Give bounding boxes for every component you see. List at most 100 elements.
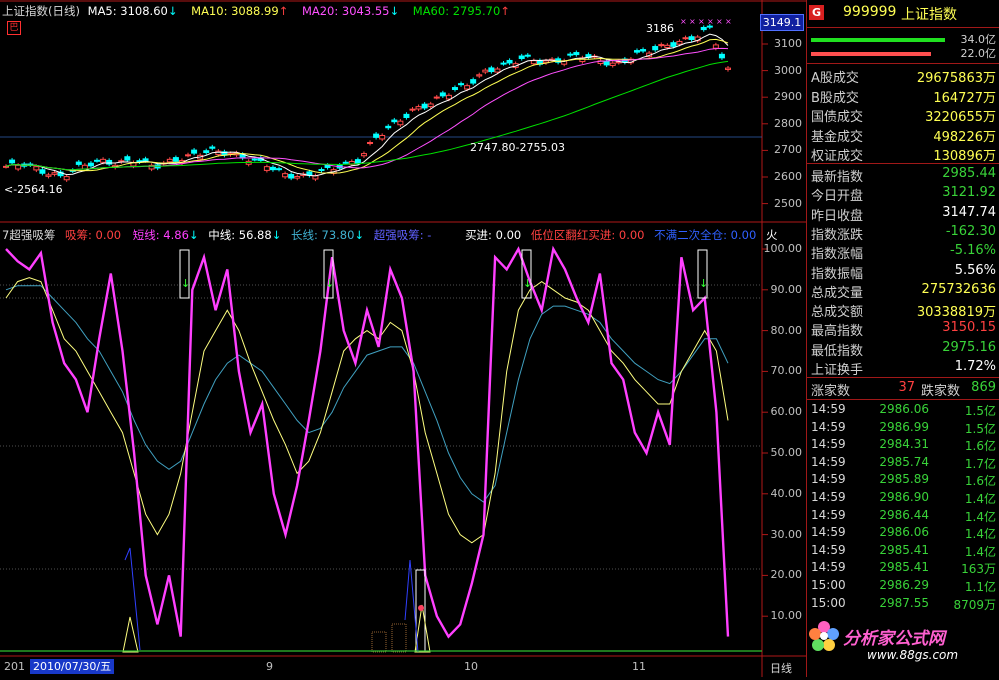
stat-label: B股成交 bbox=[811, 90, 859, 106]
candle bbox=[94, 159, 101, 162]
quote-label: 指数振幅 bbox=[811, 266, 864, 282]
candle bbox=[100, 158, 107, 163]
watermark-name: 分析家公式网 bbox=[843, 629, 945, 649]
month-11: 11 bbox=[632, 660, 646, 673]
high-marker: × bbox=[689, 17, 696, 26]
candle bbox=[391, 119, 398, 123]
tick-price: 2984.31 bbox=[879, 437, 929, 452]
candle bbox=[658, 44, 665, 47]
tick-row[interactable]: 14:59 2985.41 1.4亿 bbox=[807, 543, 999, 561]
stat-row: B股成交 164727万 bbox=[807, 87, 999, 106]
tick-row[interactable]: 14:59 2985.41 163万 bbox=[807, 560, 999, 578]
current-price-tag: 3149.1 bbox=[760, 14, 804, 31]
candle bbox=[87, 162, 94, 167]
candle bbox=[251, 158, 258, 161]
candle bbox=[458, 83, 465, 86]
tick-time: 14:59 bbox=[811, 402, 846, 416]
candle bbox=[415, 106, 422, 110]
candle bbox=[706, 25, 713, 28]
short-line bbox=[5, 245, 730, 639]
candle bbox=[573, 52, 580, 56]
candle bbox=[433, 96, 440, 99]
indicator-tick-label: 50.00 bbox=[770, 446, 803, 459]
tick-row[interactable]: 14:59 2985.89 1.6亿 bbox=[807, 472, 999, 490]
tick-row[interactable]: 14:59 2986.99 1.5亿 bbox=[807, 420, 999, 438]
indicator-tick-label: 30.00 bbox=[770, 527, 803, 541]
quote-label: 总成交量 bbox=[811, 285, 864, 301]
tick-row[interactable]: 14:59 2986.06 1.5亿 bbox=[807, 402, 999, 420]
candle bbox=[172, 157, 179, 162]
candle bbox=[609, 62, 616, 66]
down-arrow-icon: ↓ bbox=[523, 277, 532, 290]
main-header: 上证指数(日线) MA5: 3108.60↓ MA10: 3088.99↑ MA… bbox=[2, 4, 510, 18]
candle bbox=[288, 173, 295, 179]
indicator-header: 7超强吸筹 吸筹: 0.00 短线: 4.86↓ 中线: 56.88↓ 长线: … bbox=[2, 228, 778, 242]
tick-price: 2985.41 bbox=[879, 560, 929, 575]
period-label[interactable]: 日线 bbox=[770, 660, 792, 676]
candle bbox=[33, 166, 40, 171]
tick-volume: 1.6亿 bbox=[964, 474, 996, 489]
candle bbox=[385, 125, 392, 129]
tick-volume: 1.4亿 bbox=[964, 492, 996, 506]
candle bbox=[367, 142, 374, 145]
candle bbox=[652, 46, 659, 51]
tick-time: 15:00 bbox=[811, 595, 846, 610]
main-badge[interactable]: 巴 bbox=[7, 21, 21, 35]
high-annotation: 3186 bbox=[646, 22, 674, 35]
candle bbox=[676, 40, 683, 45]
rise-label: 涨家数 bbox=[811, 384, 851, 399]
candle bbox=[603, 60, 610, 66]
tick-time: 14:59 bbox=[811, 507, 846, 522]
high-marker: × bbox=[698, 17, 705, 26]
stat-row: 权证成交 130896万 bbox=[807, 145, 999, 164]
candle bbox=[470, 79, 477, 84]
tick-row[interactable]: 14:59 2986.90 1.4亿 bbox=[807, 490, 999, 508]
candle bbox=[464, 85, 471, 90]
quote-value: 3121.92 bbox=[942, 185, 996, 201]
indicator-tick-label: 20.00 bbox=[770, 568, 803, 582]
tick-row[interactable]: 15:00 2987.55 8709万 bbox=[807, 596, 999, 614]
candle bbox=[15, 164, 22, 170]
month-9: 9 bbox=[266, 660, 273, 673]
tick-volume: 1.7亿 bbox=[964, 456, 996, 471]
quote-value: 1.72% bbox=[954, 359, 996, 374]
candle bbox=[403, 113, 410, 118]
candle bbox=[688, 36, 695, 41]
chart-title: 上证指数(日线) bbox=[2, 4, 80, 18]
tick-row[interactable]: 14:59 2985.74 1.7亿 bbox=[807, 455, 999, 473]
chart-area[interactable]: ↓ ↓ ↓ ↓ × × × × × × 上证指数(日线) MA5: 3108.60↓ MA10: … bbox=[0, 0, 806, 677]
candle bbox=[276, 168, 283, 171]
tick-volume: 1.4亿 bbox=[964, 527, 996, 542]
candle bbox=[318, 169, 325, 172]
high-marker: × bbox=[680, 17, 687, 26]
price-tick-label: 2500 bbox=[774, 196, 802, 210]
ma5-line bbox=[5, 33, 729, 177]
chart-canvas[interactable]: ↓ ↓ ↓ ↓× × × × × × bbox=[0, 0, 806, 677]
quote-label: 最低指数 bbox=[811, 343, 864, 359]
tick-row[interactable]: 14:59 2984.31 1.6亿 bbox=[807, 437, 999, 455]
super-value: 超强吸筹: - bbox=[373, 228, 432, 242]
stat-label: 国债成交 bbox=[811, 110, 864, 125]
tick-row[interactable]: 14:59 2986.06 1.4亿 bbox=[807, 525, 999, 543]
down-arrow-icon: ↓ bbox=[181, 277, 190, 290]
ma10-line bbox=[5, 38, 729, 174]
tick-row[interactable]: 15:00 2986.29 1.1亿 bbox=[807, 578, 999, 596]
tick-volume: 1.1亿 bbox=[964, 580, 996, 594]
indicator-tick-label: 80.00 bbox=[770, 323, 803, 337]
tick-row[interactable]: 14:59 2986.44 1.4亿 bbox=[807, 508, 999, 526]
panel-divider bbox=[807, 163, 999, 164]
candle bbox=[725, 67, 731, 70]
candle bbox=[712, 44, 719, 49]
panel-divider bbox=[807, 63, 999, 64]
flower-logo-icon bbox=[807, 619, 841, 653]
candle bbox=[3, 165, 9, 168]
quote-row: 指数涨跌 -162.30 bbox=[807, 224, 999, 243]
indicator-tick-label: 40.00 bbox=[770, 486, 803, 500]
candle bbox=[409, 108, 416, 111]
mid-line bbox=[5, 277, 729, 544]
selected-date[interactable]: 2010/07/30/五 bbox=[30, 659, 115, 674]
no-full-value: 不满二次全仓: 0.00 bbox=[654, 228, 757, 242]
market-icon[interactable]: G bbox=[809, 5, 824, 20]
candle bbox=[640, 49, 647, 52]
quote-label: 最高指数 bbox=[811, 324, 864, 340]
